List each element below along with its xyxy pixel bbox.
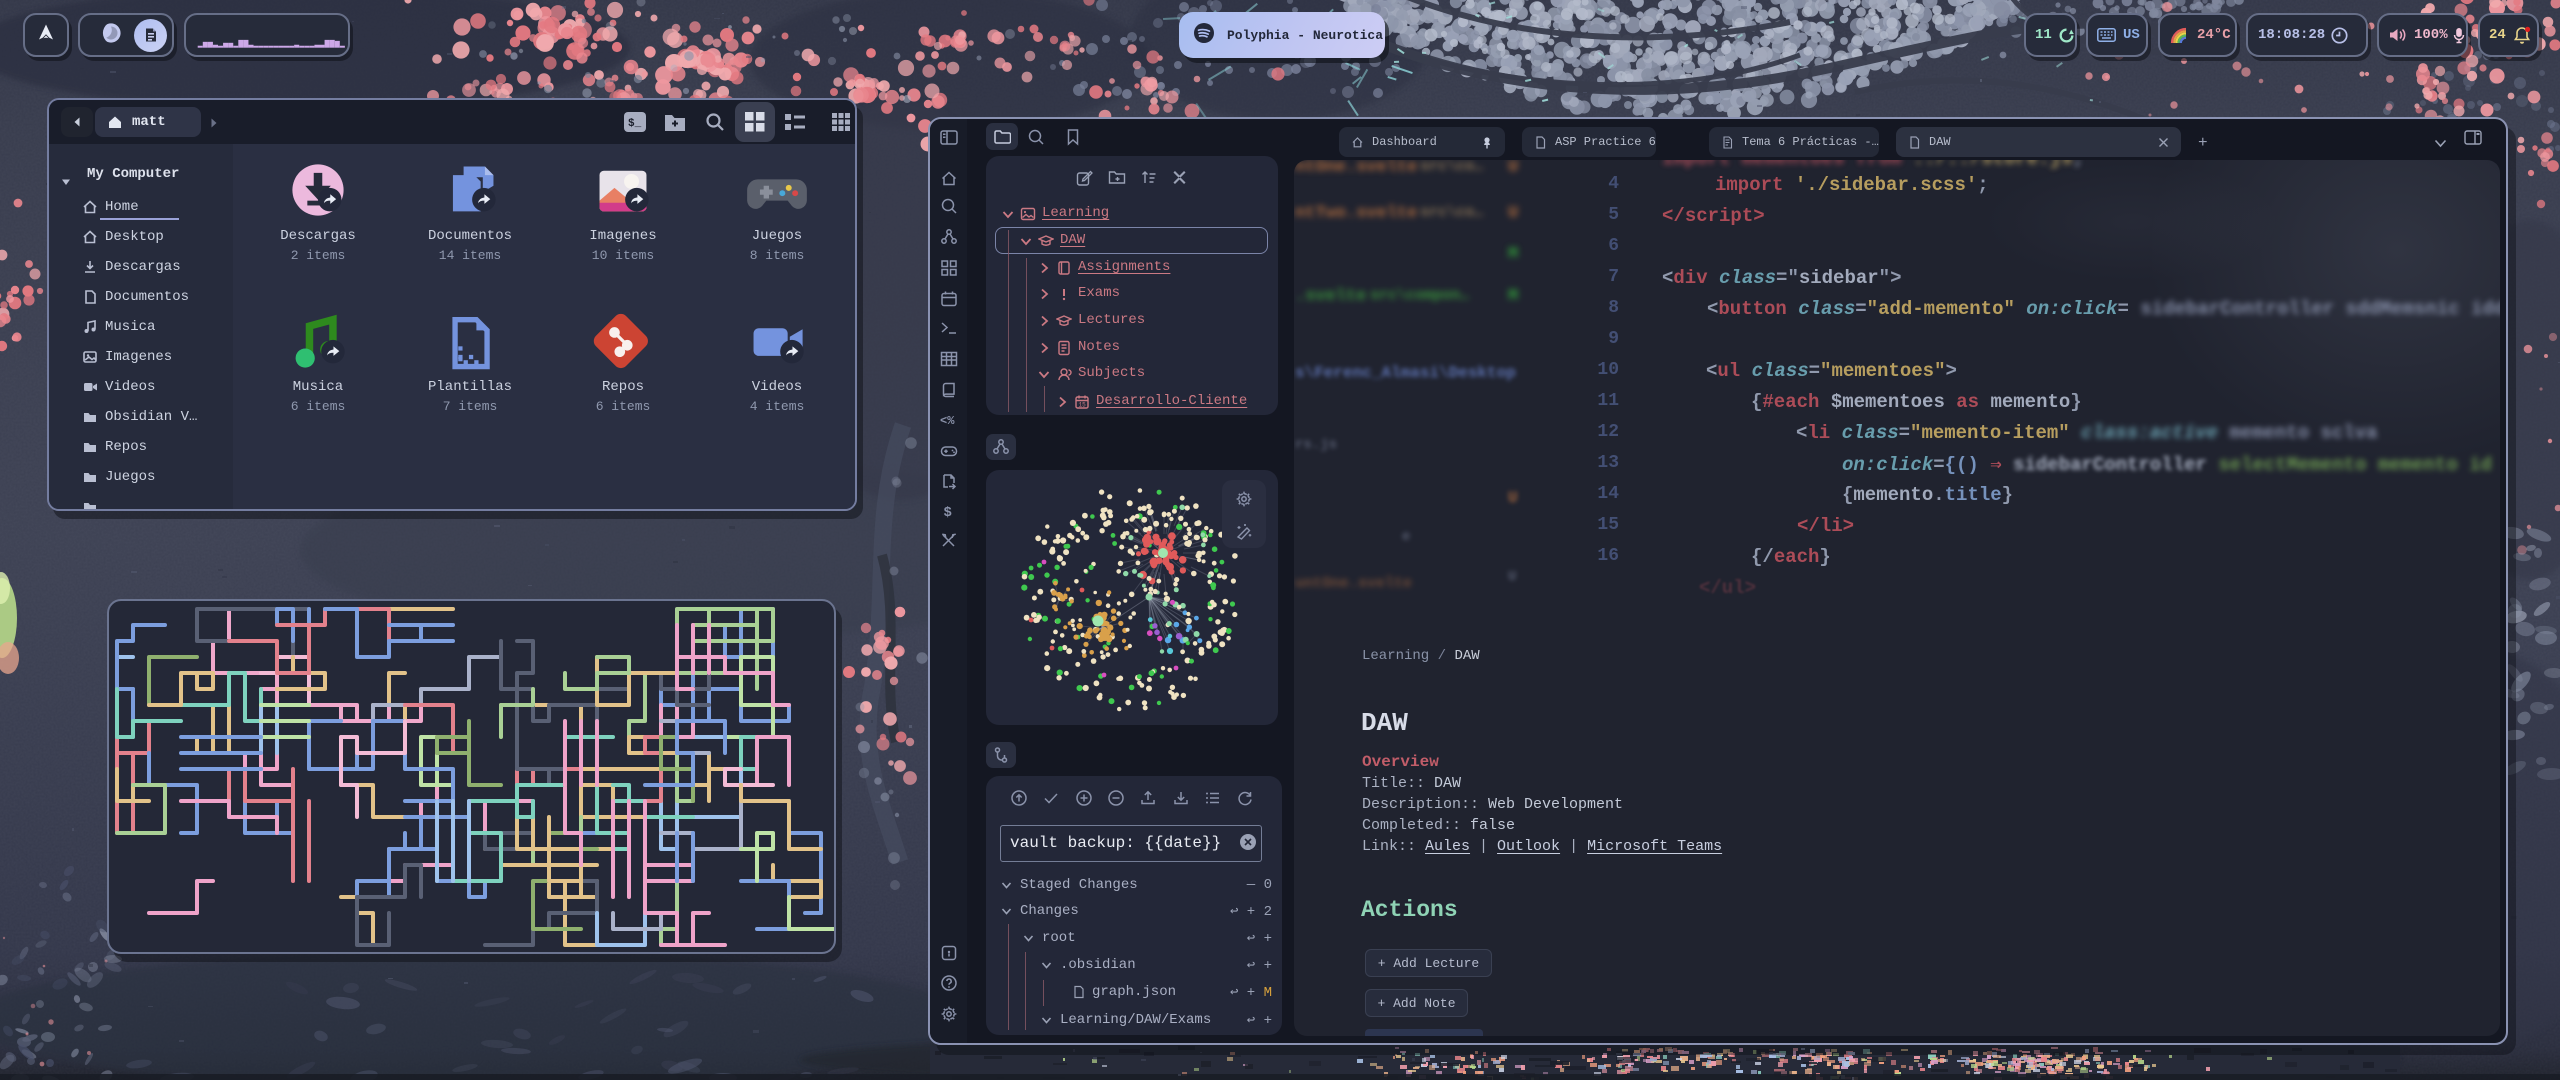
svg-text:$: $ — [944, 505, 952, 520]
svg-text:15: 15 — [1079, 402, 1087, 409]
svg-text:$_: $_ — [628, 118, 642, 130]
svg-text:<%: <% — [940, 414, 955, 428]
